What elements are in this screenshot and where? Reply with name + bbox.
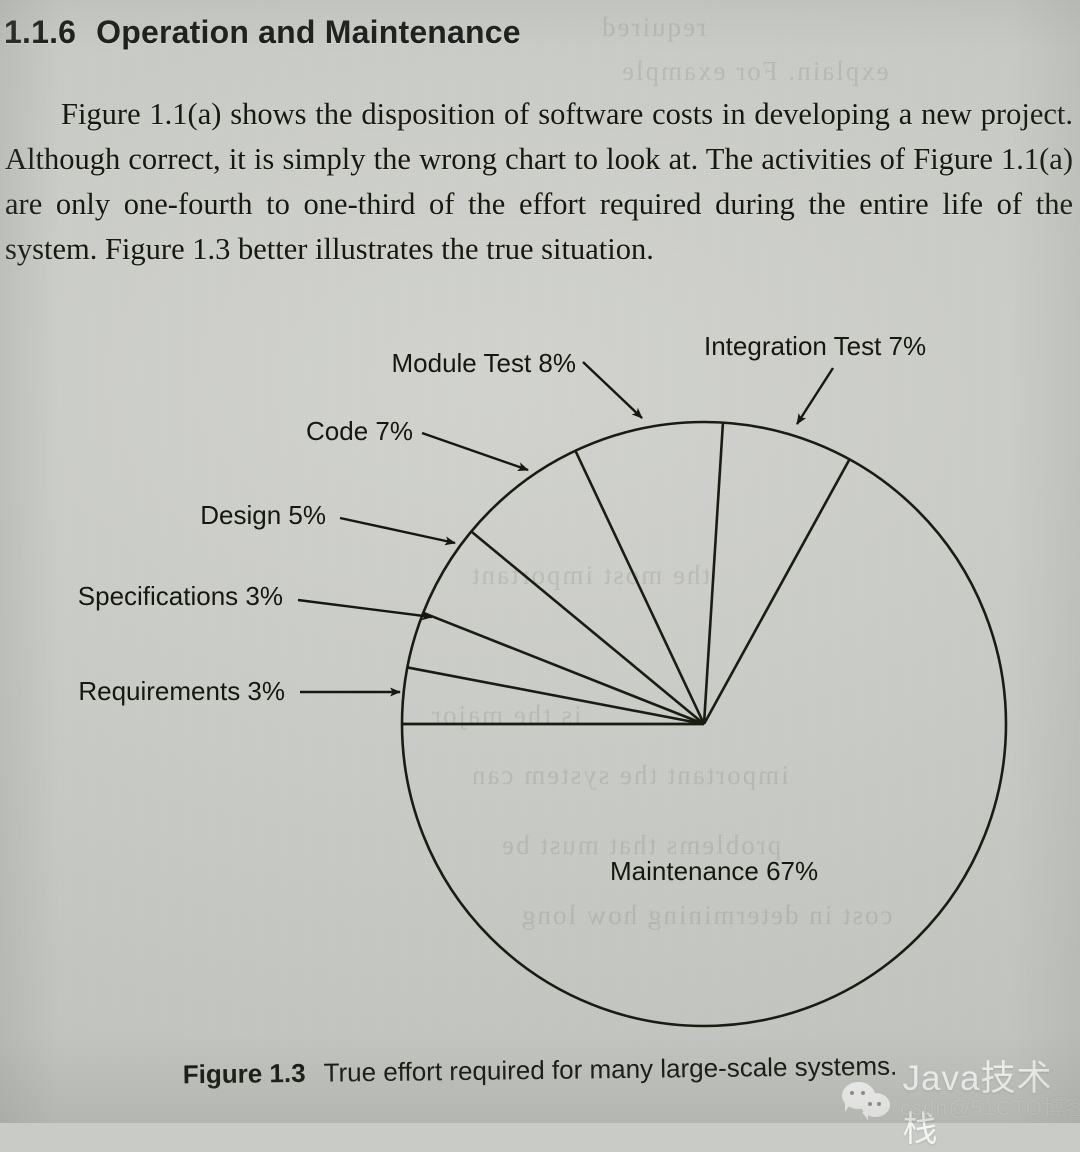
body-paragraph: Figure 1.1(a) shows the disposition of s… xyxy=(5,97,1073,266)
pie-slice-divider xyxy=(422,611,705,726)
slice-label-design: Design 5% xyxy=(200,500,326,530)
pie-slice-divider xyxy=(702,458,851,725)
leader-line xyxy=(297,598,433,621)
pie-slices-group xyxy=(400,420,1008,1028)
bleed-through-text: explain. For example xyxy=(620,56,889,86)
leader-line xyxy=(582,361,643,419)
bleed-through-text: required xyxy=(600,12,706,42)
leader-line xyxy=(795,367,835,425)
pie-slice-divider xyxy=(702,422,725,725)
leader-lines-group xyxy=(297,361,835,697)
leader-line xyxy=(421,431,529,472)
wechat-icon xyxy=(842,1082,894,1120)
pie-slice-divider xyxy=(574,450,706,725)
slice-label-specifications: Specifications 3% xyxy=(78,581,283,611)
slice-label-code: Code 7% xyxy=(306,416,413,446)
figure-caption-text: True effort required for many large-scal… xyxy=(323,1050,898,1088)
section-number: 1.1.6 xyxy=(4,14,77,50)
slice-label-maintenance: Maintenance 67% xyxy=(610,856,818,886)
figure-1-3: Requirements 3% Specifications 3% Design 5… xyxy=(0,300,1080,1060)
section-title: Operation and Maintenance xyxy=(96,14,521,50)
pie-slice-divider xyxy=(407,666,705,726)
pie-slice-divider xyxy=(470,530,705,726)
leader-line xyxy=(339,516,456,546)
slice-label-requirements: Requirements 3% xyxy=(78,676,285,706)
pie-chart-svg: Requirements 3% Specifications 3% Design 5… xyxy=(78,331,1008,1028)
slice-label-integration-test: Integration Test 7% xyxy=(704,331,926,361)
figure-caption-label: Figure 1.3 xyxy=(182,1057,306,1090)
slice-label-module-test: Module Test 8% xyxy=(391,348,576,378)
watermark-subtext: csdn@51CTO博客 xyxy=(900,1097,1080,1120)
section-heading: 1.1.6 Operation and Maintenance xyxy=(4,14,521,51)
slice-labels-group: Requirements 3% Specifications 3% Design 5… xyxy=(78,331,926,886)
